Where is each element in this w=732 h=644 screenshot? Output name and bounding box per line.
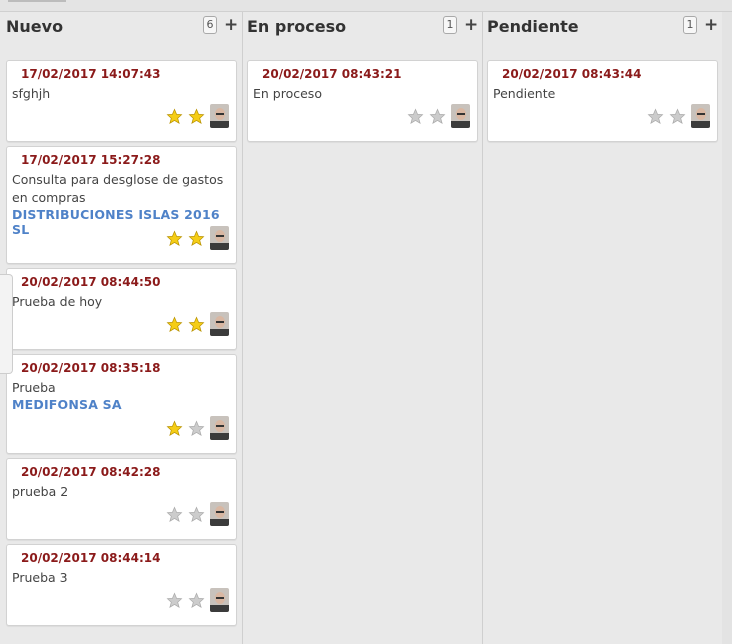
card-date: 20/02/2017 08:43:21 [262,67,402,81]
column-count-badge: 1 [443,16,457,34]
user-avatar-icon[interactable] [210,588,229,612]
star-icon[interactable] [188,592,205,609]
column-header: En proceso 1 + [243,12,482,50]
column-title: Pendiente [487,17,579,36]
card-date: 17/02/2017 14:07:43 [21,67,161,81]
user-avatar-icon[interactable] [210,502,229,526]
kanban-card[interactable]: 20/02/2017 08:44:50 Prueba de hoy [6,268,237,350]
card-title: prueba 2 [12,484,69,499]
card-date: 20/02/2017 08:44:50 [21,275,161,289]
kanban-column-en-proceso: En proceso 1 + 20/02/2017 08:43:21 En pr… [243,12,483,644]
card-title: sfghjh [12,86,51,101]
kanban-column-nuevo: Nuevo 6 + 17/02/2017 14:07:43 sfghjh 17/… [0,12,243,644]
column-header: Pendiente 1 + [483,12,722,50]
column-title: Nuevo [6,17,64,36]
card-title: Prueba 3 [12,570,68,585]
user-avatar-icon[interactable] [210,416,229,440]
star-icon[interactable] [166,592,183,609]
card-date: 20/02/2017 08:44:14 [21,551,161,565]
star-icon[interactable] [188,316,205,333]
column-title: En proceso [247,17,347,36]
column-count-badge: 1 [683,16,697,34]
star-icon[interactable] [188,108,205,125]
star-icon[interactable] [188,230,205,247]
kanban-card[interactable]: 17/02/2017 14:07:43 sfghjh [6,60,237,142]
card-title: Consulta para desglose de gastos en comp… [12,172,224,205]
star-icon[interactable] [647,108,664,125]
card-title: En proceso [253,86,322,101]
add-card-button[interactable]: + [464,15,478,35]
add-card-button[interactable]: + [704,15,718,35]
star-icon[interactable] [669,108,686,125]
star-icon[interactable] [188,506,205,523]
column-count-badge: 6 [203,16,217,34]
user-avatar-icon[interactable] [210,104,229,128]
add-card-button[interactable]: + [224,15,238,35]
star-icon[interactable] [166,230,183,247]
user-avatar-icon[interactable] [210,226,229,250]
kanban-card[interactable]: 20/02/2017 08:42:28 prueba 2 [6,458,237,540]
kanban-card[interactable]: 20/02/2017 08:43:21 En proceso [247,60,478,142]
column-header: Nuevo 6 + [0,12,242,50]
kanban-card[interactable]: 17/02/2017 15:27:28 Consulta para desglo… [6,146,237,264]
card-date: 20/02/2017 08:35:18 [21,361,161,375]
card-date: 20/02/2017 08:43:44 [502,67,642,81]
card-title: Prueba [12,380,56,395]
card-date: 20/02/2017 08:42:28 [21,465,161,479]
star-icon[interactable] [166,506,183,523]
user-avatar-icon[interactable] [451,104,470,128]
star-icon[interactable] [407,108,424,125]
card-title: Prueba de hoy [12,294,103,309]
side-panel-handle[interactable] [0,274,13,374]
star-icon[interactable] [166,316,183,333]
kanban-card[interactable]: 20/02/2017 08:35:18 Prueba MEDIFONSA SA [6,354,237,454]
kanban-card[interactable]: 20/02/2017 08:44:14 Prueba 3 [6,544,237,626]
top-toolbar-strip [0,0,732,12]
star-icon[interactable] [188,420,205,437]
card-title: Pendiente [493,86,556,101]
star-icon[interactable] [166,108,183,125]
kanban-column-pendiente: Pendiente 1 + 20/02/2017 08:43:44 Pendie… [483,12,723,644]
star-icon[interactable] [429,108,446,125]
tab-indicator [8,0,66,2]
card-partner-link[interactable]: MEDIFONSA SA [12,397,122,412]
user-avatar-icon[interactable] [210,312,229,336]
user-avatar-icon[interactable] [691,104,710,128]
kanban-card[interactable]: 20/02/2017 08:43:44 Pendiente [487,60,718,142]
star-icon[interactable] [166,420,183,437]
card-date: 17/02/2017 15:27:28 [21,153,161,167]
next-column-edge [722,12,732,644]
